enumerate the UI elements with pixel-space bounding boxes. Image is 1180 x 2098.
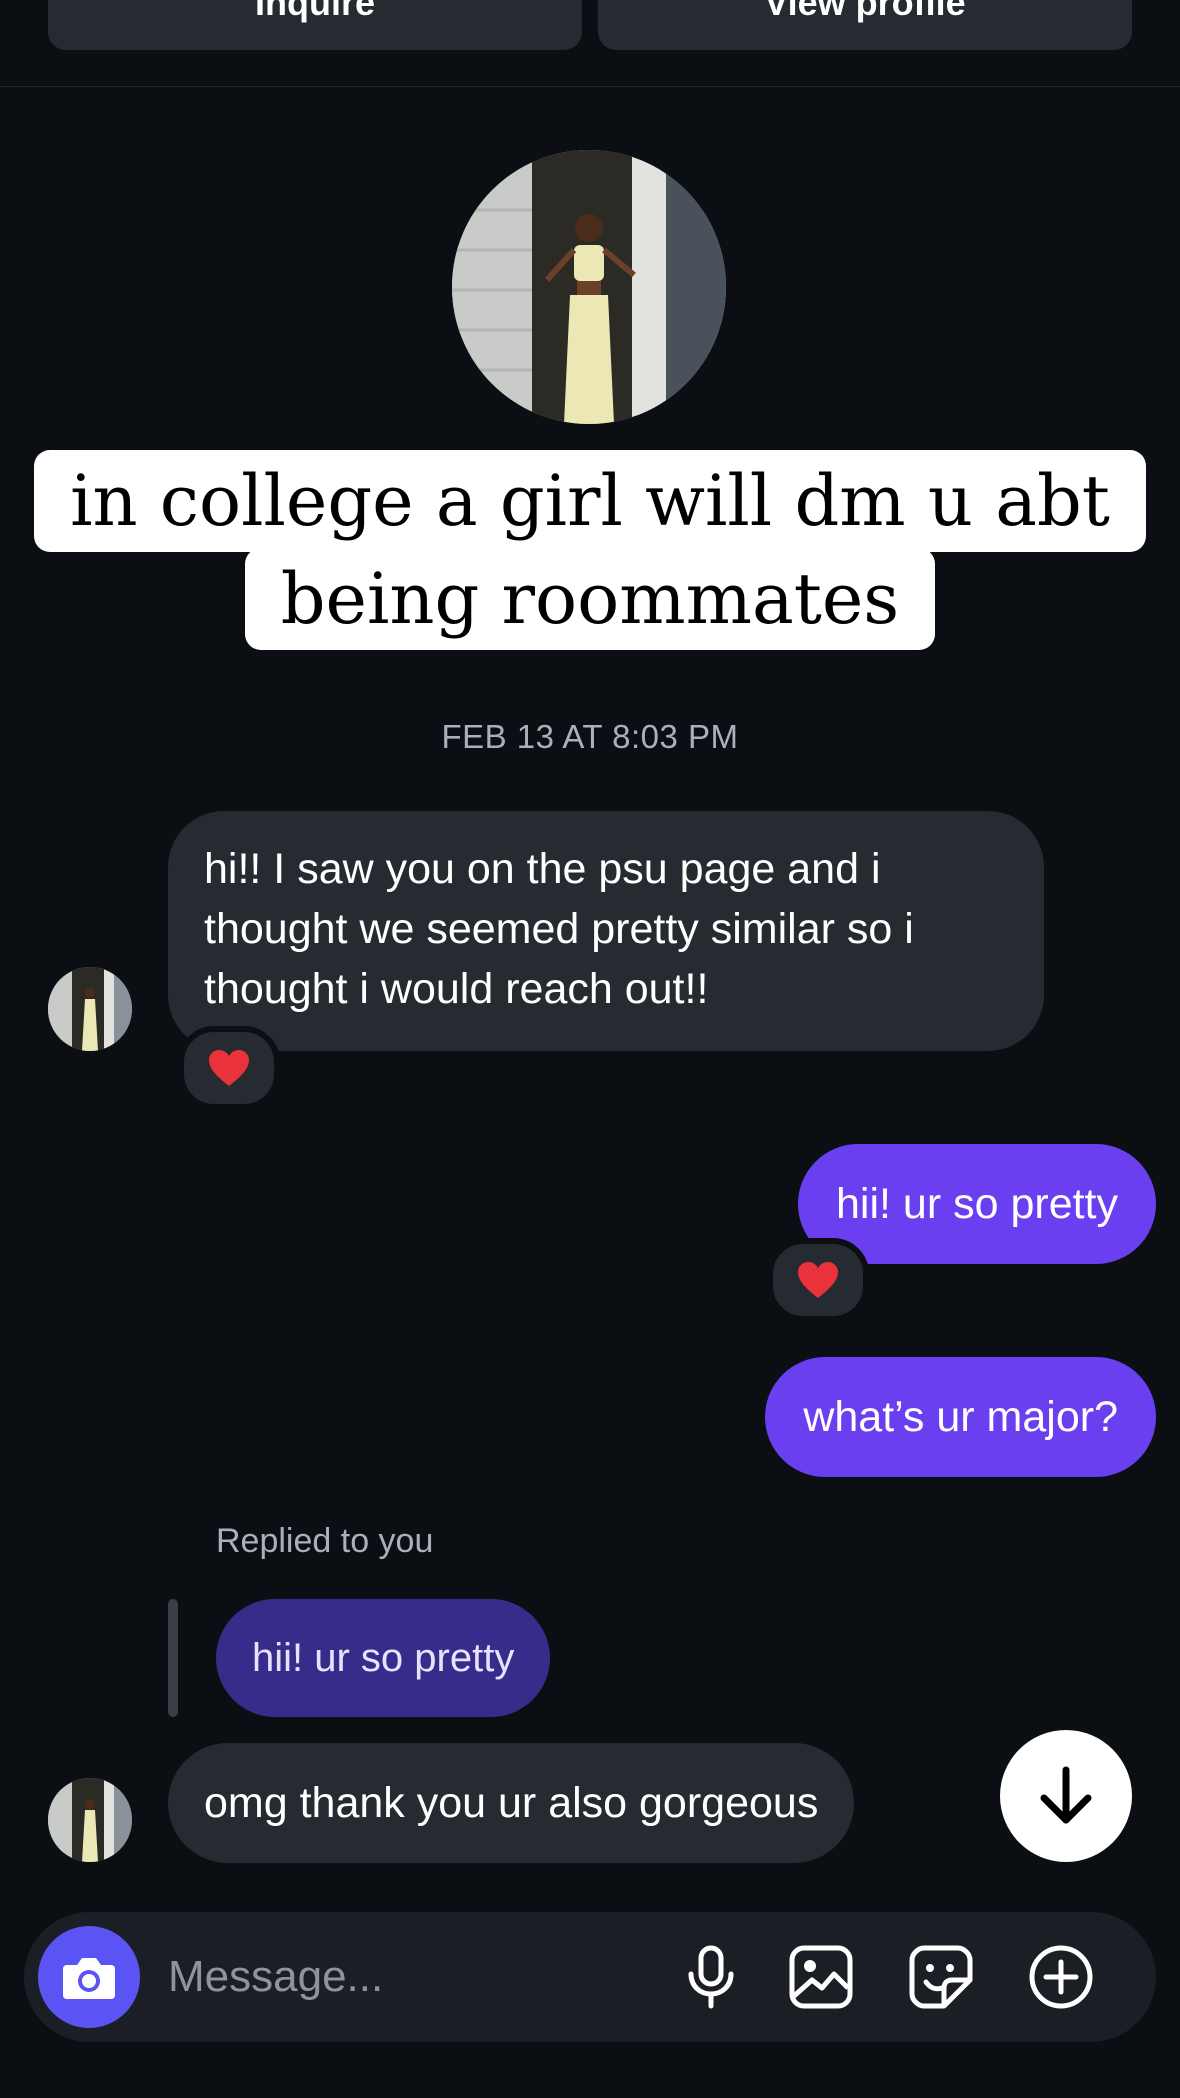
incoming-message-bubble[interactable]: hi!! I saw you on the psu page and i tho… bbox=[168, 811, 1044, 1051]
plus-icon bbox=[1029, 1945, 1093, 2009]
heart-icon bbox=[209, 1050, 249, 1086]
replied-to-you-label: Replied to you bbox=[216, 1522, 434, 1560]
sender-avatar[interactable] bbox=[48, 1778, 132, 1862]
message-text: hii! ur so pretty bbox=[836, 1180, 1118, 1228]
quoted-message-bubble[interactable]: hii! ur so pretty bbox=[216, 1599, 551, 1717]
camera-button[interactable] bbox=[38, 1926, 140, 2028]
sender-avatar[interactable] bbox=[48, 967, 132, 1051]
incoming-message-bubble[interactable]: omg thank you ur also gorgeous bbox=[168, 1743, 855, 1863]
camera-icon bbox=[63, 1958, 115, 1999]
gallery-icon bbox=[789, 1945, 853, 2009]
reply-indicator-bar bbox=[168, 1599, 178, 1717]
message-composer bbox=[24, 1912, 1156, 2042]
outgoing-message-bubble[interactable]: what’s ur major? bbox=[765, 1357, 1156, 1477]
message-timestamp: FEB 13 AT 8:03 PM bbox=[441, 718, 739, 755]
sticker-button[interactable] bbox=[906, 1942, 976, 2012]
message-input[interactable] bbox=[168, 1947, 648, 2007]
sticker-icon bbox=[909, 1945, 973, 2009]
heart-icon bbox=[798, 1262, 838, 1298]
heart-reaction[interactable] bbox=[767, 1238, 869, 1322]
message-text: hi!! I saw you on the psu page and i tho… bbox=[204, 845, 914, 1013]
quoted-message-text: hii! ur so pretty bbox=[252, 1636, 515, 1680]
scroll-to-bottom-button[interactable] bbox=[1000, 1730, 1132, 1862]
add-button[interactable] bbox=[1026, 1942, 1096, 2012]
message-text: what’s ur major? bbox=[803, 1393, 1118, 1441]
top-actions-bar: Inquire View profile bbox=[0, 0, 1180, 87]
inquire-button[interactable]: Inquire bbox=[48, 0, 582, 50]
message-text: omg thank you ur also gorgeous bbox=[204, 1779, 819, 1827]
gallery-button[interactable] bbox=[786, 1942, 856, 2012]
heart-reaction[interactable] bbox=[178, 1026, 280, 1110]
view-profile-button[interactable]: View profile bbox=[598, 0, 1132, 50]
microphone-icon bbox=[688, 1945, 734, 2009]
story-caption-line1: in college a girl will dm u abt bbox=[34, 450, 1146, 552]
story-caption-line1-row: in college a girl will dm u abt bbox=[0, 450, 1180, 552]
story-caption-line2: being roommates bbox=[244, 548, 936, 650]
view-profile-button-label: View profile bbox=[764, 0, 966, 23]
arrow-down-icon bbox=[1040, 1766, 1092, 1824]
story-caption-line2-row: being roommates bbox=[0, 548, 1180, 650]
microphone-button[interactable] bbox=[676, 1942, 746, 2012]
inquire-button-label: Inquire bbox=[254, 0, 375, 23]
profile-avatar-large[interactable] bbox=[452, 150, 726, 424]
